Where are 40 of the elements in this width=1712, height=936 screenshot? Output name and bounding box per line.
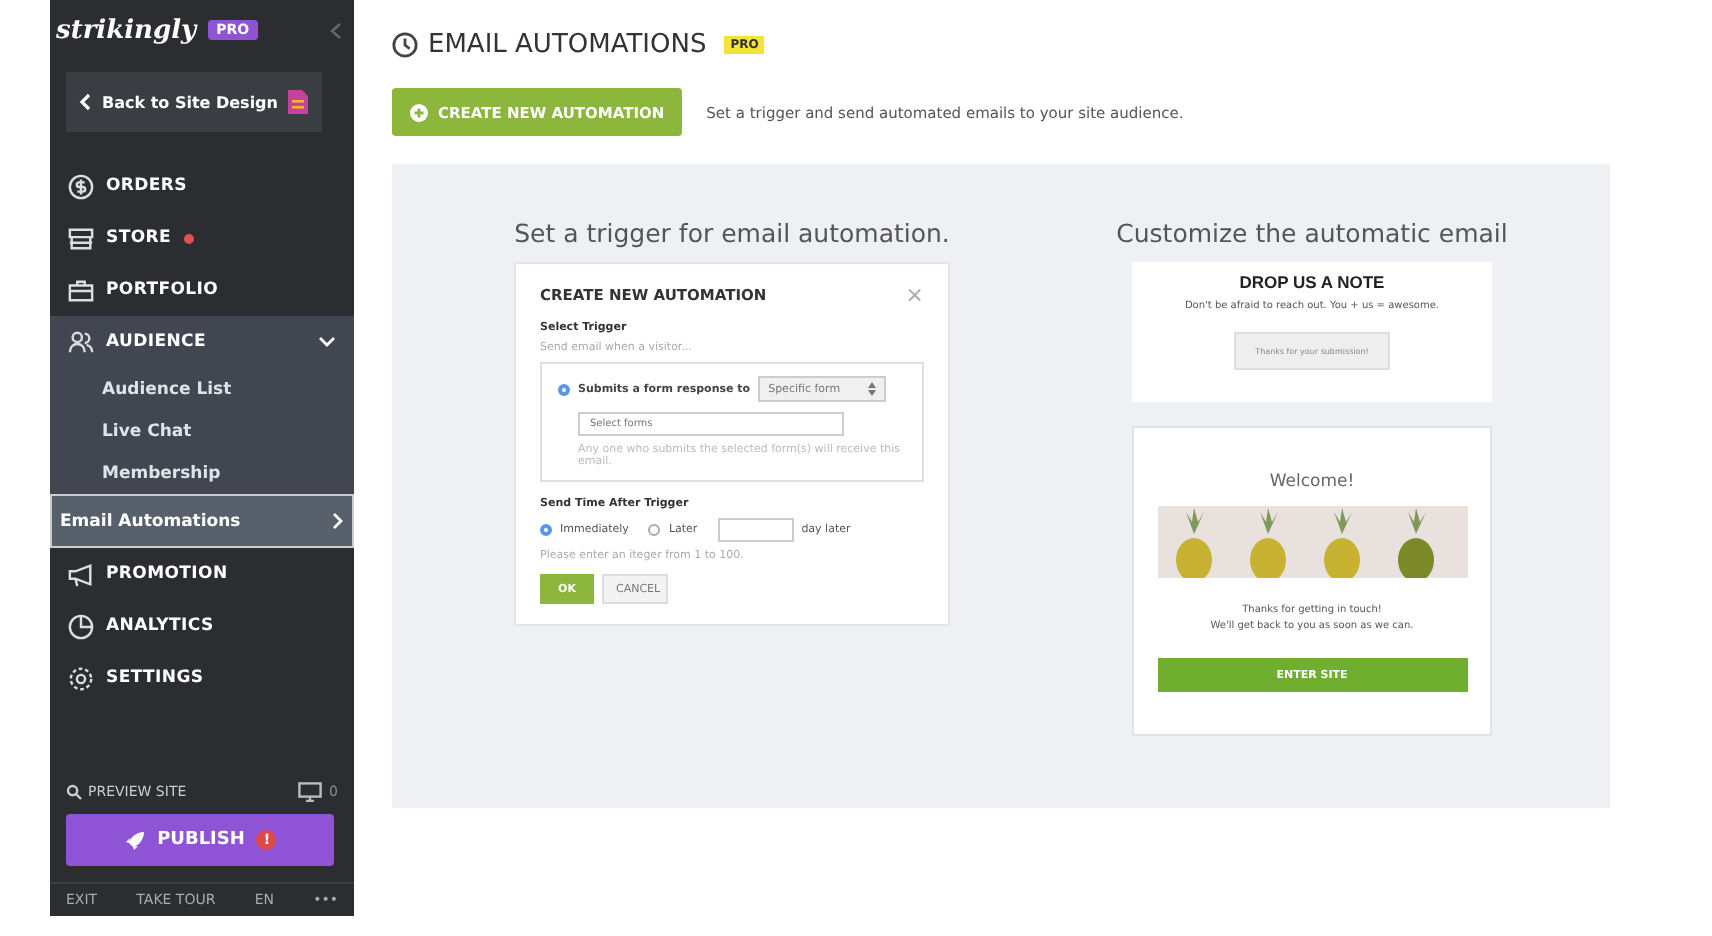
nav-icon (68, 561, 94, 587)
search-icon (66, 784, 82, 800)
nav-icon (68, 277, 94, 303)
chevron-icon (318, 336, 336, 348)
nav-item[interactable]: AUDIENCE (50, 316, 354, 368)
nav-subitem[interactable]: Audience List (50, 368, 354, 410)
nav-item[interactable]: SETTINGS (50, 652, 354, 704)
nav-item[interactable]: PORTFOLIO (50, 264, 354, 316)
chevron-icon (78, 92, 92, 112)
section-heading: Customize the automatic email (1116, 218, 1508, 248)
nav-icon (68, 225, 94, 251)
page-title: EMAIL AUTOMATIONS (428, 29, 707, 59)
radio-button[interactable] (648, 524, 661, 536)
radio-button[interactable] (558, 383, 570, 395)
radio-button[interactable] (540, 524, 552, 536)
nav-icon (68, 665, 94, 691)
clock-icon (392, 31, 418, 57)
monitor-icon[interactable] (297, 782, 322, 802)
collapse-icon[interactable] (330, 21, 342, 39)
nav-subitem[interactable]: Live Chat (50, 410, 354, 452)
nav-subitem[interactable]: Email Automations (50, 494, 354, 548)
nav-item[interactable]: ORDERS (50, 160, 354, 212)
nav-icon (68, 613, 94, 639)
nav-item[interactable]: PROMOTION (50, 548, 354, 600)
nav-item[interactable]: STORE (50, 212, 354, 264)
back-button[interactable]: Back to Site Design (66, 72, 322, 132)
nav-icon (68, 173, 94, 199)
rocket-icon (123, 829, 146, 851)
email-heading: Welcome! (1269, 472, 1355, 492)
nav-item[interactable]: ANALYTICS (50, 600, 354, 652)
card-heading: DROP US A NOTE (1239, 272, 1385, 292)
days-field[interactable] (717, 518, 794, 542)
section-heading: Set a trigger for email automation. (514, 218, 950, 248)
select-arrows-icon (868, 382, 877, 396)
document-icon (287, 90, 308, 114)
logo[interactable]: strikingly (56, 15, 197, 45)
chevron-icon (332, 512, 344, 530)
plus-icon (410, 103, 428, 121)
nav-subitem[interactable]: Membership (50, 452, 354, 494)
nav-icon (68, 329, 94, 355)
